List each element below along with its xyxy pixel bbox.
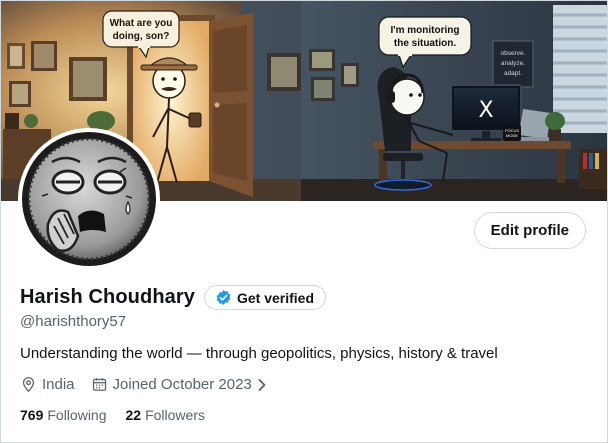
location-pin-icon: [22, 377, 35, 393]
followers-count: 22: [125, 407, 142, 423]
avatar-face-icon: [22, 132, 156, 266]
wall-note-line2: analyze.: [501, 60, 525, 67]
profile-page: What are you doing, son? observe. analyz…: [0, 0, 608, 443]
following-link[interactable]: 769 Following: [20, 407, 107, 423]
following-count: 769: [20, 407, 44, 423]
mug-text-line2: MODE: [506, 133, 518, 138]
banner-bubble-right-line2: the situation.: [394, 38, 456, 49]
profile-meta: India Joined October 2023: [20, 376, 289, 393]
join-date-text: Joined October 2023: [112, 376, 252, 393]
banner-bubble-left-line1: What are you: [110, 18, 173, 29]
verified-badge-icon: [215, 289, 232, 306]
followers-link[interactable]: 22 Followers: [126, 407, 205, 423]
following-label: Following: [47, 407, 107, 423]
edit-profile-button[interactable]: Edit profile: [473, 212, 586, 249]
get-verified-label: Get verified: [236, 289, 314, 306]
avatar[interactable]: [18, 128, 160, 270]
profile-bio: Understanding the world — through geopol…: [20, 345, 498, 362]
wall-note-line1: observe.: [501, 50, 526, 57]
get-verified-button[interactable]: Get verified: [203, 285, 326, 310]
banner-bubble-left-line2: doing, son?: [113, 31, 170, 42]
calendar-icon: [92, 378, 106, 391]
chevron-right-icon: [256, 378, 273, 392]
wall-note-line3: adapt.: [504, 70, 522, 77]
display-name: Harish Choudhary: [20, 286, 195, 308]
location: India: [20, 376, 75, 393]
location-text: India: [42, 376, 75, 393]
join-date[interactable]: Joined October 2023: [91, 376, 273, 393]
follow-stats: 769 Following 22 Followers: [20, 407, 224, 423]
followers-label: Followers: [145, 407, 205, 423]
name-row: Harish Choudhary Get verified: [20, 285, 326, 310]
monitor-x-logo: X: [478, 98, 493, 123]
user-handle: @harishthory57: [20, 313, 127, 330]
banner-bubble-right-line1: I'm monitoring: [390, 25, 459, 36]
